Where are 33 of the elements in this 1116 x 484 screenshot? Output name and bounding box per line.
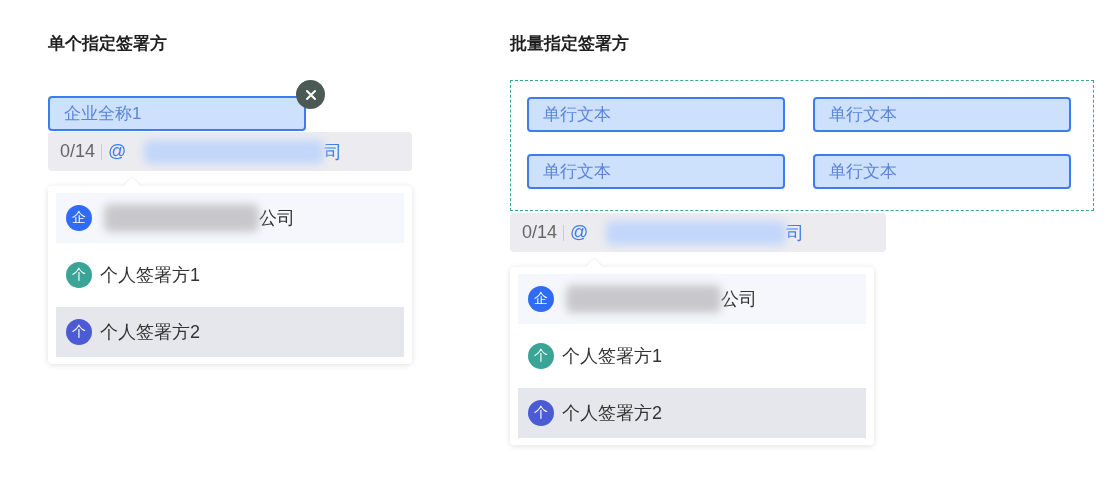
text-field[interactable]: 企业全称1 [48, 96, 306, 131]
text-field[interactable]: 单行文本 [527, 154, 785, 189]
mention-symbol[interactable]: @ [108, 141, 127, 162]
option-label: 个人签署方2 [562, 402, 662, 425]
text-field[interactable]: 单行文本 [527, 97, 785, 132]
signer-option[interactable]: 个 个人签署方2 [56, 307, 404, 357]
avatar-icon: 企 [528, 286, 554, 312]
avatar-icon: 个 [528, 400, 554, 426]
section-title: 批量指定签署方 [510, 33, 630, 55]
close-button[interactable] [296, 80, 325, 109]
option-label: 个人签署方2 [100, 321, 200, 344]
mention-text: 司 [324, 140, 343, 164]
option-label: 个人签署方1 [562, 345, 662, 368]
avatar-icon: 个 [66, 262, 92, 288]
option-label: 个人签署方1 [100, 264, 200, 287]
avatar-icon: 企 [66, 205, 92, 231]
close-icon [304, 88, 317, 101]
avatar-icon: 个 [528, 343, 554, 369]
signer-option[interactable]: 企 公司 [56, 193, 404, 243]
section-title: 单个指定签署方 [48, 33, 168, 55]
avatar-icon: 个 [66, 319, 92, 345]
text-field[interactable]: 单行文本 [813, 97, 1071, 132]
mention-symbol[interactable]: @ [570, 222, 589, 243]
mention-text: 司 [786, 221, 805, 245]
text-field[interactable]: 单行文本 [813, 154, 1071, 189]
signer-option[interactable]: 个 个人签署方1 [56, 250, 404, 300]
signer-option[interactable]: 个 个人签署方2 [518, 388, 866, 438]
option-label: 公司 [259, 207, 295, 230]
char-count: 0/14 [60, 141, 96, 162]
signer-option[interactable]: 企 公司 [518, 274, 866, 324]
signer-option[interactable]: 个 个人签署方1 [518, 331, 866, 381]
option-label: 公司 [721, 288, 757, 311]
char-count: 0/14 [522, 222, 558, 243]
